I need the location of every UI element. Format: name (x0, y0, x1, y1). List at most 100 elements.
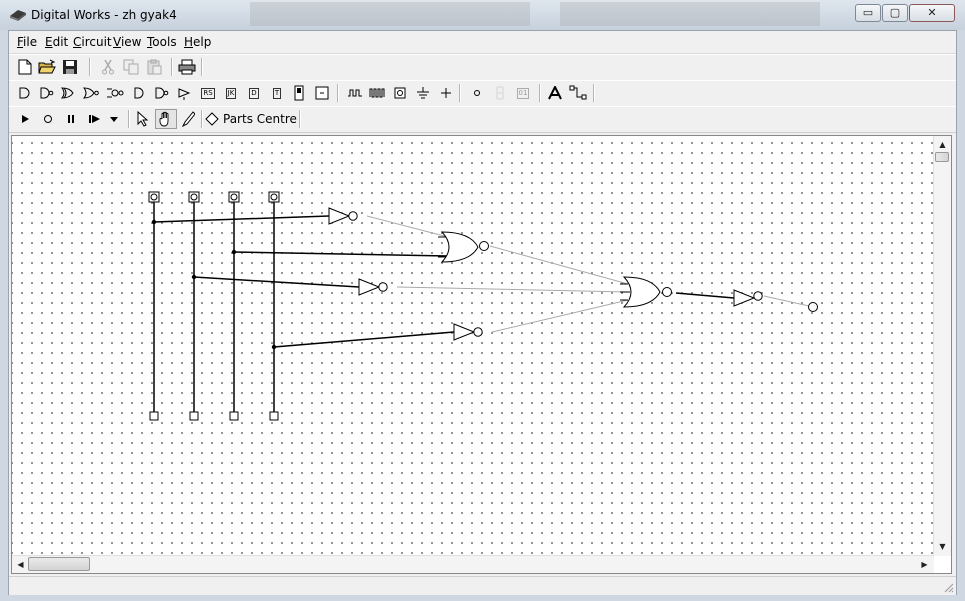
bus-end-terminal[interactable] (269, 411, 279, 421)
and-gate-button[interactable] (15, 83, 35, 103)
minimize-button[interactable]: ▭ (855, 4, 881, 22)
clock-icon (348, 89, 362, 97)
cut-button[interactable] (98, 57, 118, 77)
d-flipflop-button[interactable]: D (244, 83, 264, 103)
text-tool-button[interactable] (545, 83, 565, 103)
toolbar-separator (201, 58, 203, 76)
xnor-gate-icon (107, 88, 124, 98)
nand-gate-icon (40, 87, 54, 99)
not-gate[interactable] (733, 289, 763, 307)
tristate-gate-icon (178, 88, 191, 100)
open-icon (38, 59, 56, 74)
rs-flipflop-button[interactable]: RS (198, 83, 218, 103)
input-terminal[interactable] (148, 191, 160, 203)
scroll-right-icon: ▶ (921, 560, 928, 569)
bus-end-terminal[interactable] (229, 411, 239, 421)
pulse-button[interactable] (367, 83, 387, 103)
horizontal-scrollbar[interactable]: ◀ ▶ (12, 555, 934, 573)
pointer-icon (137, 111, 149, 127)
led-icon (294, 85, 304, 101)
close-button[interactable]: ✕ (909, 4, 955, 22)
resize-grip-icon[interactable] (942, 581, 954, 593)
circuit-canvas-frame: ▲ ▼ ◀ ▶ (11, 135, 952, 574)
menu-view[interactable]: View (113, 35, 141, 49)
paste-button[interactable] (144, 57, 164, 77)
menu-circuit[interactable]: Circuit (73, 35, 112, 49)
menu-help-label: elp (193, 35, 212, 49)
status-bar (9, 576, 956, 595)
horizontal-scroll-thumb[interactable] (28, 557, 90, 571)
not-gate[interactable] (453, 323, 483, 341)
toolbar-separator (593, 84, 595, 102)
maximize-button[interactable]: ▢ (882, 4, 908, 22)
wire-tool-button[interactable] (568, 83, 588, 103)
scroll-up-button[interactable]: ▲ (935, 137, 950, 152)
or-gate-button[interactable] (58, 83, 78, 103)
step-button[interactable] (85, 109, 105, 129)
tristate-gate-button[interactable] (175, 83, 195, 103)
scroll-right-button[interactable]: ▶ (917, 557, 932, 572)
hex-display-button[interactable]: 01 (513, 83, 533, 103)
save-icon (63, 60, 77, 74)
nor-gate-icon (82, 87, 99, 99)
nand-gate-button[interactable] (37, 83, 57, 103)
bus-end-terminal[interactable] (189, 411, 199, 421)
pointer-tool-button[interactable] (133, 109, 153, 129)
hand-tool-button[interactable] (155, 109, 177, 129)
led-button[interactable] (289, 83, 309, 103)
new-button[interactable] (15, 57, 35, 77)
rs-flipflop-icon: RS (201, 87, 215, 99)
switch-button[interactable] (312, 83, 332, 103)
input-terminal[interactable] (228, 191, 240, 203)
run-button[interactable] (15, 109, 35, 129)
ground-button[interactable] (413, 83, 433, 103)
probe-tool-button[interactable] (178, 109, 198, 129)
pause-button[interactable] (61, 109, 81, 129)
wire-junction-button[interactable] (436, 83, 456, 103)
step-dropdown-button[interactable] (104, 109, 124, 129)
not-gate[interactable] (358, 278, 388, 296)
toolbar-separator (337, 84, 339, 102)
menu-tools[interactable]: Tools (147, 35, 177, 49)
input-terminal[interactable] (268, 191, 280, 203)
output-wires (366, 215, 810, 333)
parts-centre-button[interactable]: Parts Centre (205, 109, 297, 129)
not-gate-button[interactable] (152, 83, 172, 103)
open-button[interactable] (37, 57, 57, 77)
seven-segment-button[interactable] (490, 83, 510, 103)
minimize-icon: ▭ (862, 6, 874, 19)
not-gate[interactable] (328, 207, 358, 225)
menu-help[interactable]: Help (184, 35, 211, 49)
output-terminal-button[interactable] (467, 83, 487, 103)
circuit-canvas[interactable] (12, 136, 934, 554)
input-terminal[interactable] (188, 191, 200, 203)
menu-edit[interactable]: Edit (45, 35, 68, 49)
clock-button[interactable] (345, 83, 365, 103)
or-gate[interactable] (438, 231, 489, 263)
seven-segment-icon (496, 86, 504, 100)
stop-button[interactable] (38, 109, 58, 129)
buffer-gate-button[interactable] (129, 83, 149, 103)
print-button[interactable] (177, 57, 197, 77)
circuit-diagram (148, 191, 818, 421)
input-terminal-button[interactable] (390, 83, 410, 103)
bus-end-terminal[interactable] (149, 411, 159, 421)
vertical-scroll-thumb[interactable] (935, 152, 949, 162)
save-button[interactable] (60, 57, 80, 77)
copy-button[interactable] (121, 57, 141, 77)
jk-flipflop-button[interactable]: JK (221, 83, 241, 103)
xnor-gate-button[interactable] (105, 83, 125, 103)
output-terminal[interactable] (808, 302, 818, 312)
nor-gate-button[interactable] (81, 83, 101, 103)
nor-gate[interactable] (620, 276, 672, 308)
and-gate-icon (19, 87, 30, 99)
vertical-scrollbar[interactable]: ▲ ▼ (933, 136, 951, 556)
t-flipflop-button[interactable]: T (267, 83, 287, 103)
toolbar-separator (171, 58, 173, 76)
step-icon (89, 115, 100, 123)
scroll-left-button[interactable]: ◀ (13, 557, 28, 572)
scroll-down-button[interactable]: ▼ (935, 539, 950, 554)
t-flipflop-icon: T (272, 87, 282, 99)
toolbar-separator (299, 110, 301, 128)
menu-file[interactable]: File (17, 35, 37, 49)
